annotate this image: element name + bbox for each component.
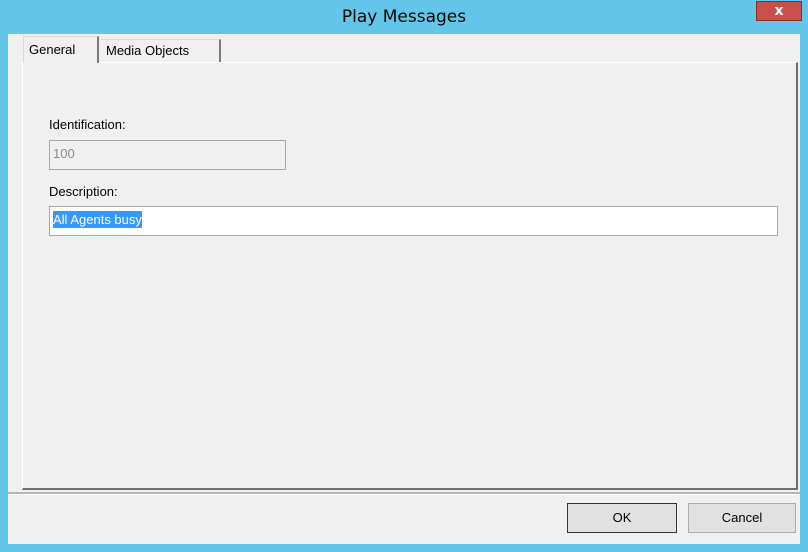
cancel-button[interactable]: Cancel [688, 503, 796, 533]
ok-button[interactable]: OK [567, 503, 677, 533]
title-bar[interactable]: Play Messages x [0, 0, 808, 34]
identification-field: 100 [49, 140, 286, 170]
description-value: All Agents busy [53, 211, 142, 228]
close-button[interactable]: x [756, 1, 802, 21]
identification-value: 100 [53, 146, 75, 161]
general-tab-panel [22, 62, 798, 490]
footer-separator [8, 492, 800, 495]
window-title: Play Messages [341, 7, 467, 27]
identification-label: Identification: [49, 117, 126, 132]
tab-general-label: General [29, 42, 76, 57]
tab-media-objects[interactable]: Media Objects [101, 39, 221, 63]
play-messages-dialog: Play Messages x General Media Objects Id… [0, 0, 808, 552]
tab-general[interactable]: General [23, 36, 99, 63]
description-label: Description: [49, 184, 118, 199]
description-field[interactable]: All Agents busy [49, 206, 778, 236]
close-icon: x [774, 3, 784, 19]
tab-media-objects-label: Media Objects [106, 43, 190, 58]
